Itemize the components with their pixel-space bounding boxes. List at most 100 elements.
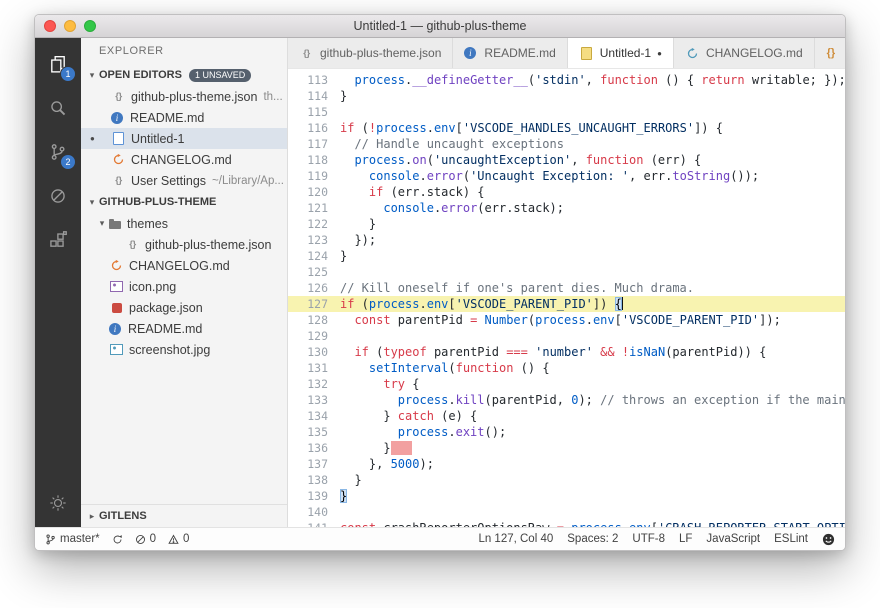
code-token: } bbox=[340, 249, 348, 263]
zoom-button[interactable] bbox=[84, 20, 96, 32]
status-eslint[interactable]: ESLint bbox=[774, 533, 808, 545]
settings-gear-icon[interactable] bbox=[35, 481, 81, 525]
tab-readme-md[interactable]: i README.md bbox=[453, 38, 568, 68]
tab-changelog-md[interactable]: CHANGELOG.md bbox=[674, 38, 815, 68]
code-line-124[interactable]: 124} bbox=[288, 248, 845, 264]
status-language-mode[interactable]: JavaScript bbox=[706, 533, 760, 545]
code-line-129[interactable]: 129 bbox=[288, 328, 845, 344]
code-line-128[interactable]: 128 const parentPid = Number(process.env… bbox=[288, 312, 845, 328]
code-line-134[interactable]: 134 } catch (e) { bbox=[288, 408, 845, 424]
activity-debug[interactable] bbox=[35, 174, 81, 218]
file-item-icon-png[interactable]: icon.png bbox=[81, 276, 287, 297]
code-line-122[interactable]: 122 } bbox=[288, 216, 845, 232]
doc-yellow-file-icon bbox=[579, 46, 594, 60]
curly-icon[interactable]: {} bbox=[827, 47, 836, 59]
chevron-right-icon: ▸ bbox=[89, 510, 95, 521]
activity-search[interactable] bbox=[35, 86, 81, 130]
search-icon bbox=[49, 99, 67, 117]
file-item-untitled-1[interactable]: ● Untitled-1 bbox=[81, 128, 287, 149]
status-warnings[interactable]: 0 bbox=[168, 533, 189, 545]
status-errors[interactable]: 0 bbox=[135, 533, 156, 545]
tab-untitled-1[interactable]: Untitled-1 ● bbox=[567, 38, 674, 68]
code-line-116[interactable]: 116 if (!process.env['VSCODE_HANDLES_UNCA… bbox=[288, 120, 845, 136]
code-line-127[interactable]: 127 if (process.env['VSCODE_PARENT_PID'])… bbox=[288, 296, 845, 312]
code-token: 'number' bbox=[535, 345, 593, 359]
line-number: 138 bbox=[307, 473, 328, 487]
code-line-131[interactable]: 131 setInterval(function () { bbox=[288, 360, 845, 376]
code-line-140[interactable]: 140 bbox=[288, 504, 845, 520]
code-line-130[interactable]: 130 if (typeof parentPid === 'number' &&… bbox=[288, 344, 845, 360]
modified-dot-icon: ● bbox=[90, 134, 95, 143]
code-token: console bbox=[368, 169, 420, 183]
code-line-135[interactable]: 135 process.exit(); bbox=[288, 424, 845, 440]
code-token: . bbox=[585, 313, 593, 327]
section-header-github-plus-theme[interactable]: ▾ GITHUB-PLUS-THEME bbox=[81, 191, 287, 213]
code-line-119[interactable]: 119 console.error('Uncaught Exception: '… bbox=[288, 168, 845, 184]
code-line-139[interactable]: 139} bbox=[288, 488, 845, 504]
code-line-132[interactable]: 132 try { bbox=[288, 376, 845, 392]
file-item-github-plus-theme-json[interactable]: {} github-plus-theme.json th... bbox=[81, 86, 287, 107]
file-name: CHANGELOG.md bbox=[129, 258, 230, 273]
status-feedback[interactable] bbox=[822, 533, 835, 546]
section-github-plus-theme: ▾ GITHUB-PLUS-THEME ▾ themes {} github-plus-t… bbox=[81, 191, 287, 360]
code-text: } bbox=[340, 88, 845, 104]
code-token: ! bbox=[621, 345, 630, 359]
sidebar-title: EXPLORER bbox=[99, 45, 164, 57]
activity-extensions[interactable] bbox=[35, 218, 81, 262]
code-token: { bbox=[405, 377, 420, 391]
activity-source-control[interactable]: 2 bbox=[35, 130, 81, 174]
activity-explorer[interactable]: 1 bbox=[35, 42, 81, 86]
code-line-117[interactable]: 117 // Handle uncaught exceptions bbox=[288, 136, 845, 152]
code-token: [ bbox=[614, 313, 622, 327]
code-token: function bbox=[600, 73, 658, 87]
json-file-icon: {} bbox=[129, 239, 136, 250]
code-line-121[interactable]: 121 console.error(err.stack); bbox=[288, 200, 845, 216]
code-text: if (err.stack) { bbox=[340, 184, 845, 200]
section-header-gitlens[interactable]: ▸ GITLENS bbox=[81, 505, 287, 527]
file-item-github-plus-theme-json[interactable]: {} github-plus-theme.json bbox=[81, 234, 287, 255]
code-line-113[interactable]: 113 process.__defineGetter__('stdin', fu… bbox=[288, 72, 845, 88]
code-token: return bbox=[701, 73, 745, 87]
code-line-125[interactable]: 125 bbox=[288, 264, 845, 280]
file-item-changelog-md[interactable]: CHANGELOG.md bbox=[81, 255, 287, 276]
code-line-138[interactable]: 138 } bbox=[288, 472, 845, 488]
code-line-120[interactable]: 120 if (err.stack) { bbox=[288, 184, 845, 200]
status-sync[interactable] bbox=[112, 534, 123, 545]
code-line-114[interactable]: 114} bbox=[288, 88, 845, 104]
title-bar[interactable]: Untitled-1 — github-plus-theme bbox=[35, 15, 845, 38]
code-line-133[interactable]: 133 process.kill(parentPid, 0); // throw… bbox=[288, 392, 845, 408]
code-token: ( bbox=[527, 73, 536, 87]
image-file-icon bbox=[109, 280, 124, 294]
activity-bar: 12 bbox=[35, 38, 81, 527]
code-line-115[interactable]: 115 bbox=[288, 104, 845, 120]
status-cursor-position[interactable]: Ln 127, Col 40 bbox=[478, 533, 553, 545]
folder-item-themes[interactable]: ▾ themes bbox=[81, 213, 287, 234]
status-eol[interactable]: LF bbox=[679, 533, 692, 545]
code-token: (parentPid)) { bbox=[665, 345, 767, 359]
status-git-branch[interactable]: master* bbox=[45, 533, 100, 545]
folder-file-icon bbox=[109, 217, 122, 230]
code-line-136[interactable]: 136 } bbox=[288, 440, 845, 456]
code-line-126[interactable]: 126 // Kill oneself if one's parent dies.… bbox=[288, 280, 845, 296]
code-token: (err) { bbox=[643, 153, 702, 167]
file-item-readme-md[interactable]: i README.md bbox=[81, 318, 287, 339]
minimize-button[interactable] bbox=[64, 20, 76, 32]
code-line-141[interactable]: 141const crashReporterOptionsRaw = proce… bbox=[288, 520, 845, 527]
file-item-readme-md[interactable]: i README.md bbox=[81, 107, 287, 128]
file-item-screenshot-jpg[interactable]: screenshot.jpg bbox=[81, 339, 287, 360]
file-item-user-settings[interactable]: {} User Settings ~/Library/Ap... bbox=[81, 170, 287, 191]
file-item-changelog-md[interactable]: CHANGELOG.md bbox=[81, 149, 287, 170]
code-line-118[interactable]: 118 process.on('uncaughtException', func… bbox=[288, 152, 845, 168]
code-text: } bbox=[340, 216, 845, 232]
code-token: process bbox=[535, 313, 586, 327]
file-item-package-json[interactable]: package.json bbox=[81, 297, 287, 318]
section-header-open-editors[interactable]: ▾ OPEN EDITORS 1 UNSAVED bbox=[81, 64, 287, 86]
code-line-137[interactable]: 137 }, 5000); bbox=[288, 456, 845, 472]
close-button[interactable] bbox=[44, 20, 56, 32]
status-encoding[interactable]: UTF-8 bbox=[632, 533, 665, 545]
editor[interactable]: 113 process.__defineGetter__('stdin', fu… bbox=[288, 69, 845, 527]
code-line-123[interactable]: 123 }); bbox=[288, 232, 845, 248]
branch-icon bbox=[45, 534, 56, 545]
status-indentation[interactable]: Spaces: 2 bbox=[567, 533, 618, 545]
tab-github-plus-theme-json[interactable]: {} github-plus-theme.json bbox=[288, 38, 454, 68]
